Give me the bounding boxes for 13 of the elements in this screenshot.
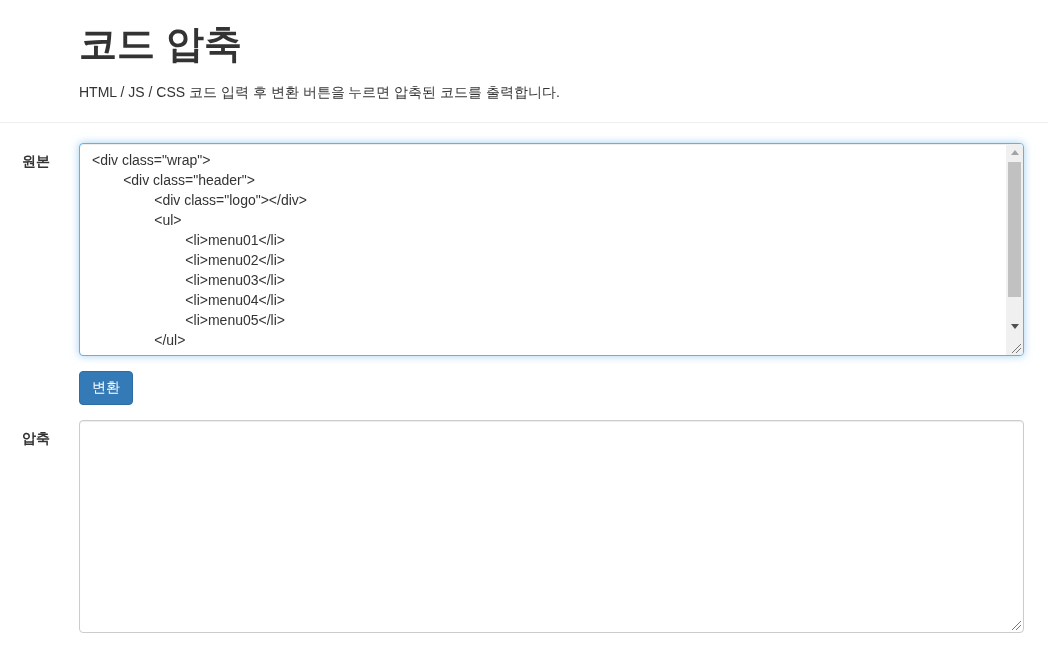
scrollbar-thumb[interactable] [1008,162,1021,297]
scroll-down-icon[interactable] [1010,324,1019,329]
convert-button[interactable]: 변환 [79,371,133,405]
resize-grip-icon[interactable] [1012,621,1021,630]
page-title: 코드 압축 [79,22,243,67]
output-code-field[interactable] [79,420,1024,633]
field-label: 원본 [22,152,51,171]
resize-grip-icon[interactable] [1012,344,1021,353]
field-label: 압축 [22,429,51,448]
source-code-field[interactable]: <div class="wrap"> <div class="header"> <div class="logo"></div> <ul> <li>menu01</li> <li>menu02</li> <li>menu03</li> <li>menu04</li> <li>menu05</li> </ul> [79,143,1024,356]
scroll-up-icon[interactable] [1010,150,1019,155]
scrollbar[interactable] [1006,144,1023,355]
page-description: HTML / JS / CSS 코드 입력 후 변환 버튼을 누르면 압축된 코드를 출력합니다. [79,84,561,102]
